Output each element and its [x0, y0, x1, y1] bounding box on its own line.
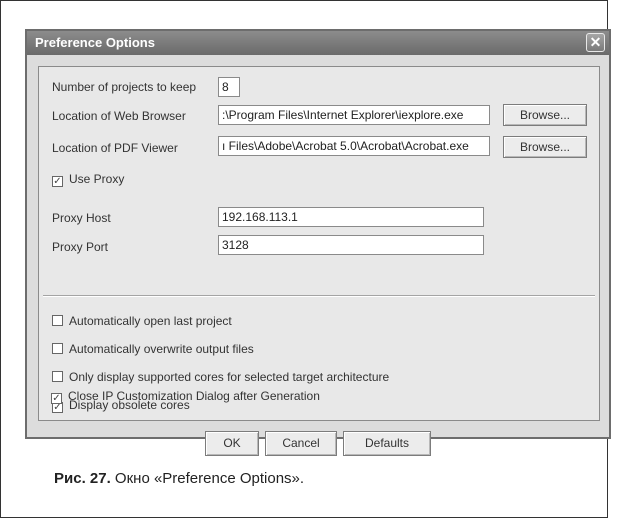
supported-cores-checkbox[interactable] — [52, 371, 63, 382]
cancel-button[interactable]: Cancel — [265, 431, 337, 456]
preference-options-dialog: Preference Options ✕ Number of projects … — [25, 29, 611, 439]
dialog-titlebar: Preference Options ✕ — [27, 31, 609, 55]
section-divider — [43, 295, 595, 297]
close-icon[interactable]: ✕ — [586, 33, 605, 52]
supported-cores-option[interactable]: Only display supported cores for selecte… — [52, 370, 389, 386]
dialog-title: Preference Options — [35, 35, 155, 50]
auto-overwrite-output-checkbox[interactable] — [52, 343, 63, 354]
projects-to-keep-input[interactable]: 8 — [218, 77, 240, 97]
close-ip-dialog-label: Close IP Customization Dialog after Gene… — [68, 389, 320, 403]
defaults-button[interactable]: Defaults — [343, 431, 431, 456]
supported-cores-label: Only display supported cores for selecte… — [69, 370, 390, 384]
figure-frame: Preference Options ✕ Number of projects … — [0, 0, 611, 518]
ok-button[interactable]: OK — [205, 431, 259, 456]
proxy-port-input[interactable]: 3128 — [218, 235, 484, 255]
use-proxy-checkbox[interactable]: ✓ — [52, 176, 63, 187]
projects-to-keep-label: Number of projects to keep — [52, 80, 197, 94]
use-proxy-label: Use Proxy — [69, 172, 125, 186]
figure-number: Рис. 27. — [54, 470, 111, 487]
web-browser-label: Location of Web Browser — [52, 109, 186, 123]
pdf-viewer-path-input[interactable]: ı Files\Adobe\Acrobat 5.0\Acrobat\Acroba… — [218, 136, 490, 156]
auto-open-last-project-option[interactable]: Automatically open last project — [52, 314, 232, 330]
browse-pdf-viewer-button[interactable]: Browse... — [503, 136, 587, 158]
close-ip-dialog-checkbox[interactable]: ✓ — [51, 393, 62, 404]
auto-open-last-project-checkbox[interactable] — [52, 315, 63, 326]
figure-caption-text: Окно «Preference Options». — [110, 470, 305, 487]
pdf-viewer-label: Location of PDF Viewer — [52, 141, 178, 155]
close-ip-dialog-option[interactable]: ✓ Close IP Customization Dialog after Gen… — [51, 389, 320, 405]
auto-open-last-project-label: Automatically open last project — [69, 314, 232, 328]
proxy-port-label: Proxy Port — [52, 240, 109, 254]
figure-caption: Рис. 27. Окно «Preference Options». — [54, 470, 304, 487]
use-proxy-option[interactable]: ✓ Use Proxy — [52, 172, 124, 188]
auto-overwrite-output-label: Automatically overwrite output files — [69, 342, 254, 356]
proxy-host-label: Proxy Host — [52, 211, 111, 225]
auto-overwrite-output-option[interactable]: Automatically overwrite output files — [52, 342, 254, 358]
web-browser-path-input[interactable]: :\Program Files\Internet Explorer\iexplo… — [218, 105, 490, 125]
browse-web-browser-button[interactable]: Browse... — [503, 104, 587, 126]
proxy-host-input[interactable]: 192.168.113.1 — [218, 207, 484, 227]
preferences-panel: Number of projects to keep 8 Location of… — [38, 66, 600, 421]
